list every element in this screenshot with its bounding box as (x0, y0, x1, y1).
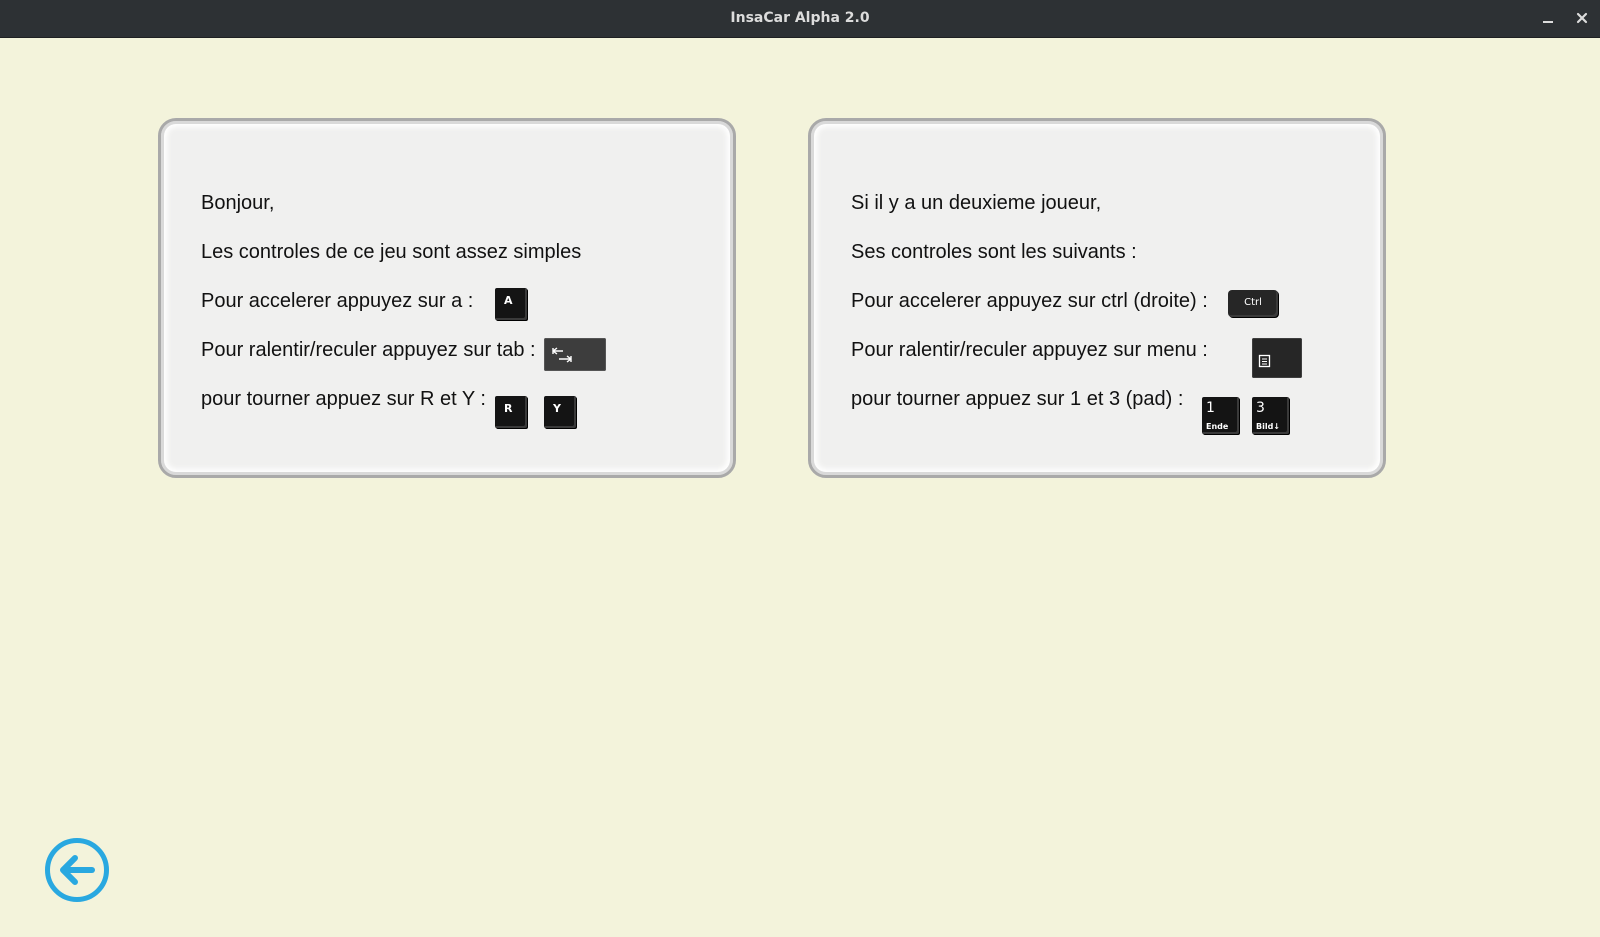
minimize-button[interactable] (1536, 6, 1560, 30)
player1-brake-text: Pour ralentir/reculer appuyez sur tab : (201, 339, 536, 361)
player2-intro: Ses controles sont les suivants : (851, 241, 1137, 263)
player1-turn-text: pour tourner appuez sur R et Y : (201, 388, 486, 410)
player1-accelerate-text: Pour accelerer appuyez sur a : (201, 290, 474, 312)
key-ctrl-icon: Ctrl (1228, 290, 1278, 317)
tab-arrows-icon (552, 347, 572, 363)
key-numpad-3-icon: 3 Bild↓ (1252, 397, 1289, 434)
key-tab-icon (544, 338, 606, 371)
close-icon (1576, 12, 1588, 24)
key-ctrl-label: Ctrl (1244, 297, 1262, 308)
player2-turn-text: pour tourner appuez sur 1 et 3 (pad) : (851, 388, 1184, 410)
key-numpad-1-icon: 1 Ende (1202, 397, 1239, 434)
key-y-label: Y (553, 402, 561, 415)
player1-intro: Les controles de ce jeu sont assez simpl… (201, 241, 582, 263)
key-numpad-3-label: 3 (1256, 400, 1265, 416)
menu-glyph-icon (1258, 354, 1271, 368)
window-title: InsaCar Alpha 2.0 (730, 10, 870, 26)
key-numpad-3-sublabel: Bild↓ (1256, 422, 1281, 431)
player2-controls-panel: Si il y a un deuxieme joueur, Ses contro… (808, 118, 1386, 478)
key-menu-icon (1252, 338, 1302, 378)
close-button[interactable] (1570, 6, 1594, 30)
player1-greeting: Bonjour, (201, 192, 275, 214)
back-button[interactable] (44, 837, 110, 903)
arrow-left-circle-icon (45, 838, 109, 902)
key-r-label: R (504, 402, 513, 415)
key-a-label: A (504, 294, 513, 307)
key-r-icon: R (495, 396, 527, 428)
key-numpad-1-sublabel: Ende (1206, 422, 1229, 431)
minimize-icon (1543, 21, 1553, 23)
player2-greeting: Si il y a un deuxieme joueur, (851, 192, 1102, 214)
player2-brake-text: Pour ralentir/reculer appuyez sur menu : (851, 339, 1208, 361)
key-a-icon: A (495, 288, 527, 320)
key-y-icon: Y (544, 396, 576, 428)
player2-accelerate-text: Pour accelerer appuyez sur ctrl (droite)… (851, 290, 1208, 312)
player1-controls-panel: Bonjour, Les controles de ce jeu sont as… (158, 118, 736, 478)
key-numpad-1-label: 1 (1206, 400, 1215, 416)
window-titlebar: InsaCar Alpha 2.0 (0, 0, 1600, 38)
